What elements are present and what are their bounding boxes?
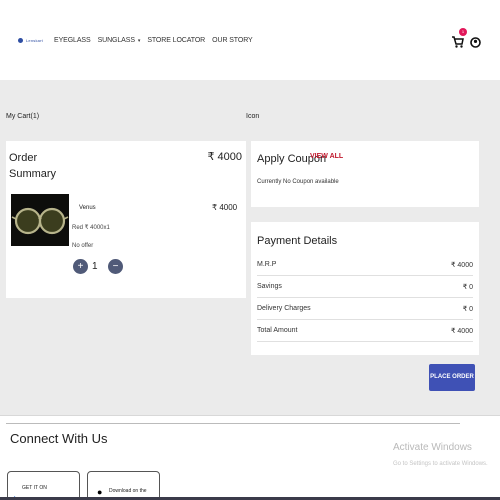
order-summary-card: Order Summary ₹ 4000 Venus ₹ 4000 Red ₹ …	[6, 141, 246, 298]
view-all-coupons-link[interactable]: VIEW ALL	[310, 153, 343, 160]
activate-windows-note: Go to Settings to activate Windows.	[393, 461, 488, 467]
footer: Connect With Us Activate Windows Go to S…	[0, 415, 500, 500]
product-image[interactable]	[11, 194, 69, 246]
top-navbar: Lenskart EYEGLASS SUNGLASS ▾ STORE LOCATO…	[0, 0, 500, 80]
product-detail: Red ₹ 4000x1	[72, 225, 110, 231]
order-summary-title: Order Summary	[9, 152, 57, 180]
google-play-button[interactable]: GET IT ON	[7, 471, 80, 500]
payment-details-card: Payment Details M.R.P ₹ 4000 Savings ₹ 0…	[251, 222, 479, 355]
payment-value: ₹ 0	[462, 284, 473, 291]
logo-dot-icon	[18, 38, 23, 43]
coupon-card: Apply Coupon VIEW ALL Currently No Coupo…	[251, 141, 479, 207]
payment-label: Delivery Charges	[257, 305, 311, 312]
connect-heading: Connect With Us	[10, 431, 108, 446]
icon-label: Icon	[246, 113, 260, 120]
app-store-button[interactable]: ● Download on the	[87, 471, 160, 500]
main-nav: EYEGLASS SUNGLASS ▾ STORE LOCATOR OUR STO…	[54, 37, 253, 44]
payment-row-delivery: Delivery Charges ₹ 0	[257, 298, 473, 320]
brand-logo[interactable]: Lenskart	[18, 38, 43, 43]
nav-eyeglass[interactable]: EYEGLASS	[54, 37, 91, 44]
brand-name: Lenskart	[26, 38, 43, 43]
minus-icon: −	[112, 261, 119, 272]
activate-windows-title: Activate Windows	[393, 442, 472, 453]
chevron-down-icon: ▾	[137, 38, 141, 44]
payment-value: ₹ 0	[462, 306, 473, 313]
payment-label: Savings	[257, 283, 282, 290]
product-offer: No offer	[72, 243, 94, 249]
plus-icon: +	[77, 261, 84, 272]
cart-count-badge: 1	[459, 28, 467, 36]
cart-icon[interactable]	[452, 36, 464, 48]
nav-our-story[interactable]: OUR STORY	[212, 37, 253, 44]
place-order-button[interactable]: PLACE ORDER	[429, 364, 475, 391]
user-icon[interactable]	[470, 37, 481, 48]
footer-divider	[6, 423, 460, 424]
payment-value: ₹ 4000	[451, 328, 473, 335]
product-name: Venus	[79, 205, 96, 211]
payment-row-savings: Savings ₹ 0	[257, 276, 473, 298]
payment-title: Payment Details	[257, 235, 338, 247]
payment-label: Total Amount	[257, 327, 298, 334]
product-price: ₹ 4000	[212, 203, 238, 212]
nav-store-locator[interactable]: STORE LOCATOR	[147, 37, 205, 44]
apple-icon: ●	[97, 487, 103, 497]
quantity-value: 1	[92, 261, 98, 272]
coupon-note: Currently No Coupon available	[257, 179, 339, 185]
app-store-label: Download on the	[109, 488, 147, 494]
nav-sunglass-label: SUNGLASS	[97, 37, 135, 44]
payment-row-total: Total Amount ₹ 4000	[257, 320, 473, 342]
payment-row-mrp: M.R.P ₹ 4000	[257, 254, 473, 276]
payment-value: ₹ 4000	[451, 262, 473, 269]
order-total: ₹ 4000	[207, 151, 242, 163]
quantity-decrease-button[interactable]: −	[108, 259, 123, 274]
my-cart-heading: My Cart(1)	[6, 113, 40, 120]
nav-sunglass[interactable]: SUNGLASS ▾	[98, 37, 141, 44]
google-play-label: GET IT ON	[22, 485, 47, 491]
quantity-increase-button[interactable]: +	[73, 259, 88, 274]
payment-label: M.R.P	[257, 261, 277, 268]
